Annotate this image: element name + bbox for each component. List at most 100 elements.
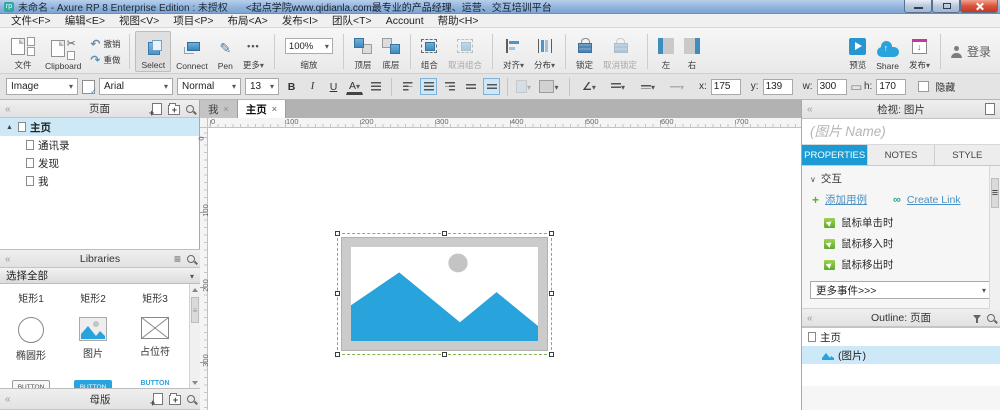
line-color-button[interactable] (577, 78, 601, 95)
scroll-up-icon[interactable] (990, 166, 1000, 176)
library-item-button-link[interactable]: BUTTON (124, 376, 186, 388)
align-page-left-button[interactable]: 左 (653, 31, 679, 72)
align-left-button[interactable] (399, 78, 416, 95)
clipboard-button[interactable]: Clipboard (40, 31, 86, 72)
resize-handle-sw[interactable] (335, 352, 340, 357)
align-right-button[interactable] (441, 78, 458, 95)
publish-button[interactable]: 发布 (904, 31, 935, 72)
page-row-contacts[interactable]: 通讯录 (0, 136, 199, 154)
interactions-section-header[interactable]: 交互 (802, 166, 1000, 189)
library-menu-icon[interactable] (174, 252, 181, 266)
page-row-me[interactable]: 我 (0, 172, 199, 190)
shadow-button[interactable] (536, 78, 562, 95)
bring-to-front-button[interactable]: 顶层 (349, 31, 377, 72)
resize-handle-ne[interactable] (549, 231, 554, 236)
tab-notes[interactable]: NOTES (868, 145, 934, 165)
menu-arrange[interactable]: 布局<A> (221, 13, 275, 28)
close-tab-icon[interactable]: × (224, 104, 229, 114)
menu-team[interactable]: 团队<T> (325, 13, 379, 28)
add-folder-icon[interactable] (169, 395, 181, 405)
scroll-up-icon[interactable] (190, 284, 200, 295)
font-color-button[interactable]: A (346, 79, 363, 95)
aspect-lock-icon[interactable] (851, 81, 860, 93)
group-button[interactable]: 组合 (416, 31, 443, 72)
login-button[interactable]: 登录 (946, 31, 996, 72)
minimize-button[interactable] (904, 0, 932, 13)
inspector-scrollbar[interactable]: ≡ (989, 166, 1000, 323)
widget-style-select[interactable]: Image (6, 78, 78, 95)
add-page-icon[interactable] (152, 103, 162, 115)
library-item-rect2[interactable]: 矩形2 (62, 286, 124, 305)
add-master-icon[interactable] (153, 393, 163, 405)
scroll-thumb[interactable]: ≡ (991, 178, 999, 208)
tab-properties[interactable]: PROPERTIES (802, 145, 868, 165)
library-filter-select[interactable]: 选择全部 (0, 268, 200, 284)
w-input[interactable] (817, 79, 847, 95)
event-row-mouseout[interactable]: 鼠标移出时 (802, 254, 1000, 275)
image-widget[interactable] (337, 233, 552, 355)
resize-handle-s[interactable] (442, 352, 447, 357)
scroll-down-icon[interactable] (190, 377, 200, 388)
filter-icon[interactable] (973, 315, 981, 320)
event-row-mouseenter[interactable]: 鼠标移入时 (802, 233, 1000, 254)
page-row-home[interactable]: ▲ 主页 (0, 118, 199, 136)
library-scrollbar[interactable] (189, 284, 200, 388)
share-button[interactable]: Share (871, 31, 904, 72)
close-tab-icon[interactable]: × (272, 104, 277, 114)
font-weight-select[interactable]: Normal (177, 78, 241, 95)
valign-top-button[interactable] (462, 78, 479, 95)
align-page-right-button[interactable]: 右 (679, 31, 705, 72)
canvas-area[interactable] (208, 128, 801, 410)
library-item-placeholder[interactable]: 占位符 (124, 313, 186, 362)
scroll-thumb[interactable] (191, 297, 199, 323)
page-row-discover[interactable]: 发现 (0, 154, 199, 172)
event-row-click[interactable]: 鼠标单击时 (802, 212, 1000, 233)
library-item-image[interactable]: 图片 (62, 313, 124, 362)
widget-name-input[interactable] (802, 119, 1000, 145)
edit-style-icon[interactable] (82, 80, 95, 94)
font-family-select[interactable]: Arial (99, 78, 173, 95)
italic-button[interactable]: I (304, 78, 321, 95)
send-to-back-button[interactable]: 底层 (377, 31, 405, 72)
line-style-button[interactable] (635, 78, 661, 95)
resize-handle-se[interactable] (549, 352, 554, 357)
select-mode-button[interactable]: Select (135, 31, 171, 72)
close-button[interactable] (960, 0, 998, 13)
menu-account[interactable]: Account (379, 15, 431, 27)
search-icon[interactable] (187, 255, 195, 263)
hide-checkbox[interactable] (918, 81, 929, 92)
bullet-list-button[interactable] (367, 78, 384, 95)
align-button[interactable]: 对齐 (498, 31, 529, 72)
library-item-button-default[interactable]: BUTTON (0, 376, 62, 388)
distribute-button[interactable]: 分布 (529, 31, 560, 72)
library-item-rect3[interactable]: 矩形3 (124, 286, 186, 305)
preview-button[interactable]: 预览 (844, 31, 871, 72)
y-input[interactable] (763, 79, 793, 95)
underline-button[interactable]: U (325, 78, 342, 95)
align-center-button[interactable] (420, 78, 437, 95)
menu-publish[interactable]: 发布<I> (275, 13, 325, 28)
pen-tool-button[interactable]: Pen (213, 31, 238, 72)
tree-expand-icon[interactable]: ▲ (6, 124, 14, 131)
outline-row-image[interactable]: (图片) (802, 346, 1000, 364)
menu-help[interactable]: 帮助<H> (431, 13, 486, 28)
lock-button[interactable]: 锁定 (571, 31, 598, 72)
font-size-select[interactable]: 13 (245, 78, 279, 95)
menu-edit[interactable]: 编辑<E> (58, 13, 112, 28)
outline-row-page[interactable]: 主页 (802, 328, 1000, 346)
line-width-button[interactable] (605, 78, 631, 95)
tab-me[interactable]: 我 × (200, 100, 238, 118)
undo-button[interactable]: 撤销 (90, 37, 120, 51)
menu-view[interactable]: 视图<V> (112, 13, 166, 28)
library-item-ellipse[interactable]: 椭圆形 (0, 313, 62, 362)
tab-style[interactable]: STYLE (935, 145, 1000, 165)
add-case-link[interactable]: 添加用例 (825, 192, 867, 207)
search-icon[interactable] (987, 314, 995, 322)
more-tools-button[interactable]: 更多 (238, 31, 269, 72)
create-link-link[interactable]: Create Link (907, 194, 961, 206)
more-events-select[interactable]: 更多事件>>> (810, 281, 992, 299)
maximize-button[interactable] (932, 0, 960, 13)
valign-middle-button[interactable] (483, 78, 500, 95)
tab-home[interactable]: 主页 × (238, 100, 286, 118)
x-input[interactable] (711, 79, 741, 95)
